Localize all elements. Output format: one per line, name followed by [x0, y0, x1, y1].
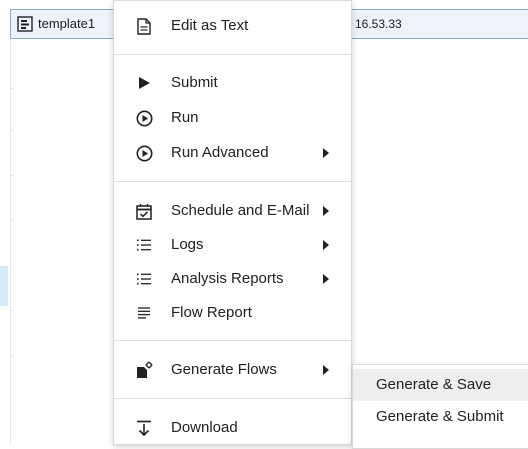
menu-item-schedule-email[interactable]: Schedule and E-Mail	[114, 194, 351, 228]
generate-flows-icon	[135, 361, 153, 379]
menu-item-label: Flow Report	[171, 304, 252, 321]
play-icon	[135, 74, 153, 92]
row-divider	[10, 88, 14, 89]
row-divider	[10, 175, 14, 176]
menu-item-logs[interactable]: Logs	[114, 228, 351, 262]
tab-timestamp-fragment: 16.53.33	[355, 17, 402, 31]
submenu-arrow-icon	[323, 365, 329, 375]
submenu-item-generate-submit[interactable]: Generate & Submit	[353, 401, 528, 433]
menu-item-label: Run	[171, 109, 199, 126]
generate-flows-submenu: Generate & Save Generate & Submit	[352, 364, 528, 449]
flow-template-icon	[17, 16, 33, 32]
numbered-list-icon	[135, 236, 153, 254]
submenu-arrow-icon	[323, 274, 329, 284]
menu-item-run[interactable]: Run	[114, 101, 351, 135]
row-divider	[10, 220, 14, 221]
play-circle-icon	[135, 144, 153, 162]
menu-item-label: Submit	[171, 74, 218, 91]
submenu-item-label: Generate & Save	[376, 376, 492, 393]
submenu-item-label: Generate & Submit	[376, 408, 504, 425]
menu-item-analysis-reports[interactable]: Analysis Reports	[114, 262, 351, 296]
menu-item-label: Schedule and E-Mail	[171, 202, 310, 219]
menu-item-label: Download	[171, 419, 238, 436]
calendar-check-icon	[135, 202, 153, 220]
context-menu: Edit as Text Submit Run Run Advanced Sch…	[113, 0, 352, 445]
submenu-arrow-icon	[323, 148, 329, 158]
menu-item-label: Edit as Text	[171, 17, 249, 34]
play-circle-icon	[135, 109, 153, 127]
submenu-arrow-icon	[323, 206, 329, 216]
row-divider	[10, 355, 14, 356]
menu-separator	[114, 181, 351, 182]
tab-label: template1	[38, 16, 96, 31]
numbered-list-icon	[135, 270, 153, 288]
submenu-arrow-icon	[323, 240, 329, 250]
menu-item-run-advanced[interactable]: Run Advanced	[114, 136, 351, 170]
menu-separator	[114, 340, 351, 341]
row-divider	[10, 310, 14, 311]
menu-item-submit[interactable]: Submit	[114, 66, 351, 100]
download-icon	[135, 419, 153, 437]
row-divider	[10, 130, 14, 131]
report-lines-icon	[135, 304, 153, 322]
selected-row-indicator	[0, 266, 8, 306]
menu-item-label: Generate Flows	[171, 361, 277, 378]
menu-item-label: Run Advanced	[171, 144, 269, 161]
menu-item-generate-flows[interactable]: Generate Flows	[114, 353, 351, 387]
menu-item-edit-as-text[interactable]: Edit as Text	[114, 9, 351, 43]
submenu-item-generate-save[interactable]: Generate & Save	[353, 369, 528, 401]
menu-separator	[114, 54, 351, 55]
menu-item-flow-report[interactable]: Flow Report	[114, 296, 351, 330]
menu-separator	[114, 398, 351, 399]
menu-item-label: Analysis Reports	[171, 270, 284, 287]
document-icon	[135, 17, 153, 35]
menu-item-download[interactable]: Download	[114, 411, 351, 445]
menu-item-label: Logs	[171, 236, 204, 253]
